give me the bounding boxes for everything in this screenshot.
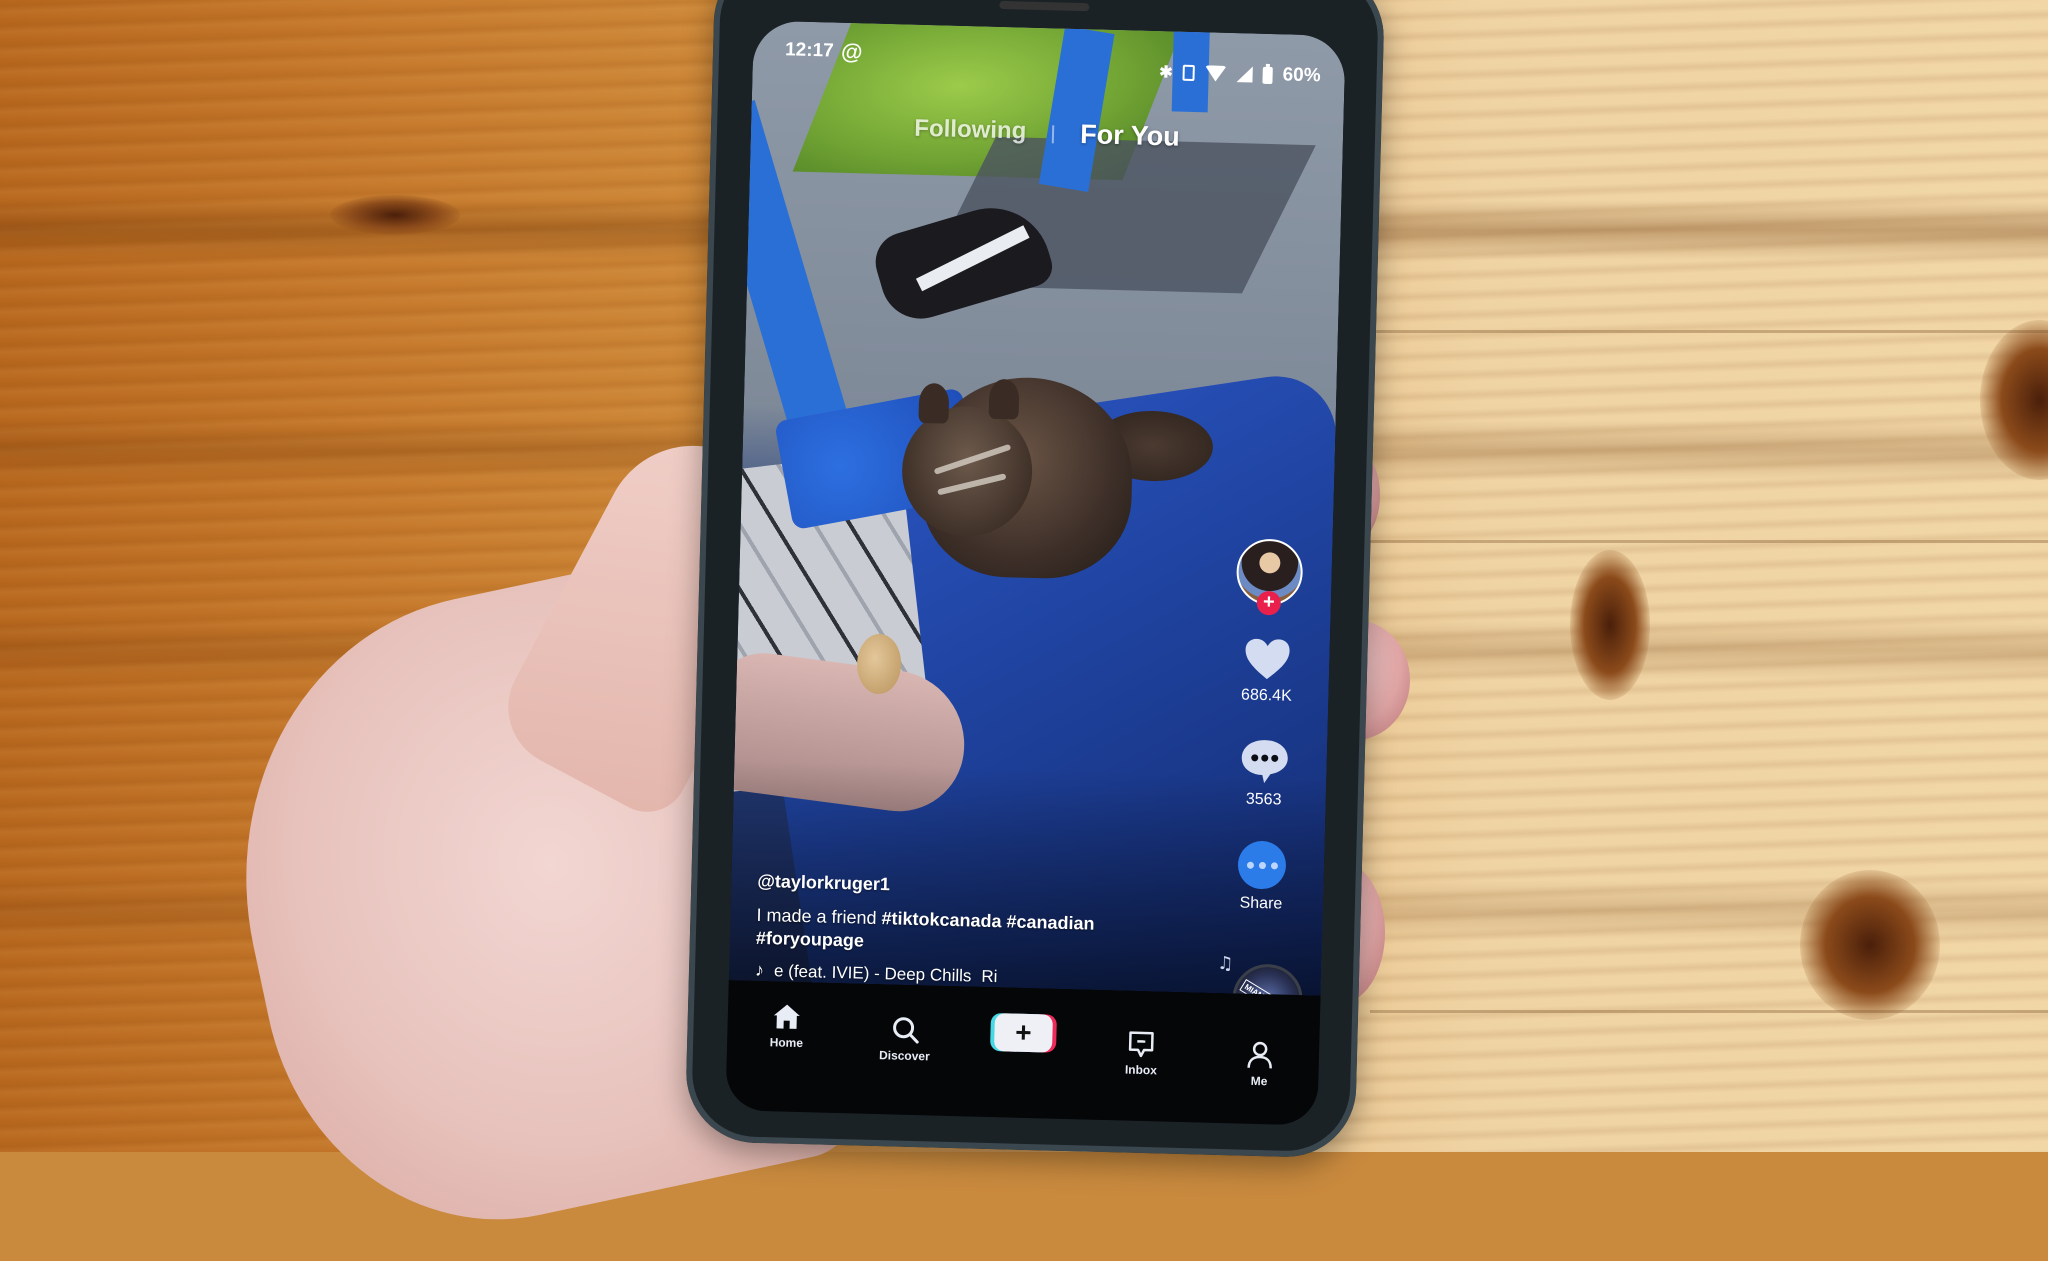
hashtag[interactable]: #tiktokcanada: [881, 908, 1002, 931]
caption-body: I made a friend: [756, 905, 882, 928]
wood-knot: [1570, 550, 1650, 700]
search-icon: [890, 1014, 921, 1045]
plank-seam: [1370, 1010, 2048, 1013]
bottom-nav: Home Discover + Inbox: [725, 980, 1320, 1125]
wood-knot: [330, 195, 460, 235]
nav-label: Discover: [879, 1048, 930, 1063]
hashtag[interactable]: #foryoupage: [756, 928, 865, 951]
share-icon: [1237, 840, 1286, 889]
signal-icon: [1236, 66, 1252, 82]
vibrate-icon: [1182, 65, 1194, 81]
chipmunk-ear: [989, 379, 1020, 420]
nav-home[interactable]: Home: [746, 1001, 827, 1051]
tab-following[interactable]: Following: [914, 115, 1027, 149]
music-note-icon: ♫: [1217, 953, 1234, 974]
follow-plus-icon[interactable]: +: [1257, 591, 1282, 616]
comment-icon: [1238, 736, 1291, 785]
plank-seam: [1370, 540, 2048, 543]
status-time: 12:17: [785, 39, 834, 62]
nav-discover[interactable]: Discover: [864, 1014, 945, 1064]
hashtag[interactable]: #canadian: [1006, 911, 1095, 933]
wood-knot: [1800, 870, 1940, 1020]
tab-divider: [1052, 125, 1054, 143]
comment-count: 3563: [1246, 791, 1282, 810]
like-count: 686.4K: [1241, 686, 1292, 705]
chipmunk-ear: [918, 383, 949, 424]
battery-icon: [1262, 66, 1272, 83]
tab-for-you[interactable]: For You: [1080, 119, 1180, 153]
inbox-icon: [1126, 1029, 1157, 1060]
nav-label: Inbox: [1125, 1063, 1157, 1078]
tiktok-music-icon: ♪: [755, 960, 765, 981]
action-rail: + 686.4K 3563 Share: [1221, 538, 1311, 914]
share-label: Share: [1239, 894, 1282, 913]
share-button[interactable]: Share: [1237, 840, 1287, 913]
profile-icon: [1244, 1040, 1275, 1071]
caption-text: I made a friend #tiktokcanada #canadian …: [756, 904, 1237, 963]
video-caption: @taylorkruger1 I made a friend #tiktokca…: [755, 871, 1238, 994]
battery-percent: 60%: [1282, 64, 1321, 87]
nav-me[interactable]: Me: [1219, 1039, 1300, 1089]
at-notification-icon: @: [841, 39, 863, 66]
like-button[interactable]: 686.4K: [1241, 636, 1293, 705]
heart-icon: [1243, 636, 1292, 681]
wifi-icon: [1204, 65, 1226, 82]
phone-screen: 12:17 @ ✱ 60% Following For You +: [725, 20, 1345, 1125]
home-icon: [772, 1001, 803, 1032]
nav-label: Home: [769, 1035, 803, 1050]
earpiece-speaker: [999, 1, 1089, 11]
phone: 12:17 @ ✱ 60% Following For You +: [685, 0, 1386, 1159]
create-icon: +: [994, 1013, 1053, 1053]
bluetooth-icon: ✱: [1159, 62, 1173, 82]
plank-seam: [1370, 330, 2048, 333]
nav-create[interactable]: +: [983, 1007, 1064, 1053]
creator-avatar[interactable]: +: [1236, 538, 1304, 606]
comment-button[interactable]: 3563: [1237, 736, 1291, 809]
nav-inbox[interactable]: Inbox: [1101, 1028, 1182, 1078]
music-title-trailing: Ri: [981, 966, 998, 986]
nav-label: Me: [1251, 1074, 1268, 1088]
status-icons: ✱ 60%: [1159, 61, 1321, 87]
